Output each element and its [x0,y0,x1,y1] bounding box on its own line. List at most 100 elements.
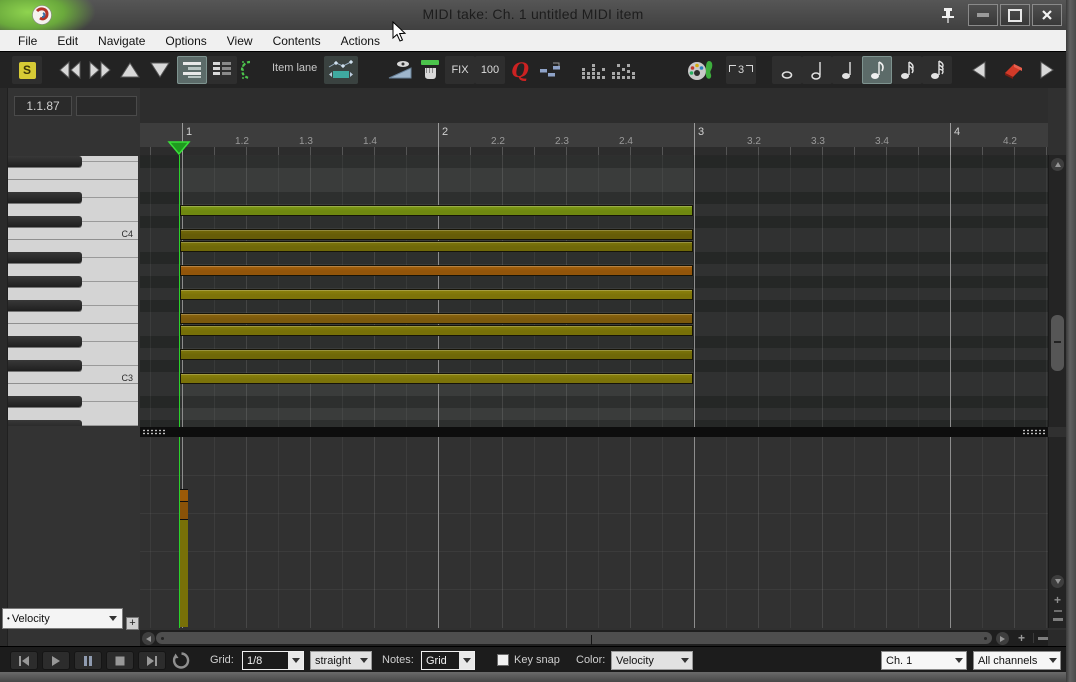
hand-drag-mode-button[interactable] [415,56,445,84]
fix-length-button[interactable]: FIX [445,56,475,84]
next-note-button[interactable] [1032,56,1062,84]
piano-key-d4[interactable] [8,204,138,216]
track-list-button[interactable] [207,56,237,84]
piano-key-a2[interactable] [8,408,138,420]
menu-item-edit[interactable]: Edit [47,31,88,51]
note-thirtysecond-button[interactable] [922,56,952,84]
note-half-button[interactable] [802,56,832,84]
piano-key-b2[interactable] [8,384,138,396]
octave-up-button[interactable] [115,56,145,84]
piano-key-f4[interactable] [8,168,138,180]
velocity-bar[interactable] [180,519,188,627]
piano-key-b3[interactable] [8,240,138,252]
add-cc-lane-button[interactable]: + [126,617,139,630]
piano-key-e3[interactable] [8,324,138,336]
midi-note-c3[interactable] [180,373,693,384]
piano-key-gs3[interactable] [8,276,138,288]
note-view-mode-button[interactable] [324,56,358,84]
h-zoom-out-button[interactable] [1038,637,1048,640]
erase-button[interactable] [998,56,1028,84]
piano-key-fs4[interactable] [8,156,138,168]
velocity-lane[interactable] [140,437,1048,628]
step-sequencer-button[interactable] [608,56,638,84]
midi-note-b3[interactable] [180,241,693,252]
go-to-end-button[interactable] [138,651,166,670]
quantize-button[interactable]: Q [505,56,535,84]
scroll-right-button[interactable] [996,632,1009,645]
minimize-button[interactable] [968,4,998,26]
play-button[interactable] [42,651,70,670]
humanize-button[interactable] [535,56,565,84]
close-button[interactable] [1032,4,1062,26]
scroll-up-button[interactable] [1051,158,1064,171]
midi-note-f3[interactable] [180,313,693,324]
menu-item-options[interactable]: Options [155,31,216,51]
vertical-scrollbar[interactable] [1048,155,1066,427]
menu-item-navigate[interactable]: Navigate [88,31,155,51]
snap-magnet-button[interactable] [237,56,267,84]
piano-key-d3[interactable] [8,348,138,360]
piano-key-gs2[interactable] [8,420,138,426]
piano-key-ds4[interactable] [8,192,138,204]
lane-scroll-strip[interactable]: + [1048,437,1066,628]
piano-key-as2[interactable] [8,396,138,408]
timeline-ruler[interactable]: 1 2 3 4 1.2 1.3 1.4 2.2 2.3 2.4 3.2 3.3 3.4 4.2 [140,123,1048,155]
piano-keyboard[interactable]: C4 C3 [8,156,138,426]
channel-filter-dropdown[interactable]: All channels [973,651,1061,670]
note-quarter-button[interactable] [832,56,862,84]
note-length-dropdown[interactable]: Grid [421,651,475,670]
splitter-grip-right[interactable] [1022,429,1046,435]
note-eighth-button[interactable] [862,56,892,84]
piano-key-c3[interactable]: C3 [8,372,138,384]
piano-key-g3[interactable] [8,288,138,300]
menu-item-actions[interactable]: Actions [331,31,390,51]
midi-note-d3[interactable] [180,349,693,360]
next-measure-button[interactable] [85,56,115,84]
grid-size-dropdown[interactable]: 1/8 [242,651,304,670]
midi-note-g3[interactable] [180,289,693,300]
splitter-grip-left[interactable] [142,429,166,435]
menu-item-contents[interactable]: Contents [263,31,331,51]
piano-key-e4[interactable] [8,180,138,192]
secondary-display[interactable] [76,96,137,116]
piano-key-c4[interactable]: C4 [8,228,138,240]
position-display[interactable]: 1.1.87 [14,96,72,116]
piano-roll-grid[interactable] [140,155,1048,427]
midi-note-c4[interactable] [180,229,693,240]
piano-key-cs4[interactable] [8,216,138,228]
lane-zoom-out-button[interactable] [1053,618,1063,621]
midi-note-e3[interactable] [180,325,693,336]
scroll-left-button[interactable] [142,632,155,645]
sync-button[interactable]: S [12,56,42,84]
color-mode-dropdown[interactable]: Velocity [611,651,693,670]
prev-note-button[interactable] [964,56,994,84]
color-theme-button[interactable] [684,56,718,84]
key-snap-checkbox[interactable] [497,654,509,666]
prev-measure-button[interactable] [55,56,85,84]
dock-view-button[interactable] [177,56,207,84]
note-sixteenth-button[interactable] [892,56,922,84]
triplet-button[interactable]: 3 [726,56,756,84]
channel-dropdown[interactable]: Ch. 1 [881,651,967,670]
pin-icon[interactable] [934,3,962,27]
go-to-start-button[interactable] [10,651,38,670]
lane-zoom-in-button[interactable]: + [1054,594,1061,606]
horizontal-scrollbar-thumb[interactable] [156,632,992,645]
piano-key-f3[interactable] [8,312,138,324]
piano-key-as3[interactable] [8,252,138,264]
velocity-100-button[interactable]: 100 [475,56,505,84]
h-zoom-in-button[interactable]: + [1018,632,1025,644]
piano-key-a3[interactable] [8,264,138,276]
pause-button[interactable] [74,651,102,670]
title-bar[interactable]: MIDI take: Ch. 1 untitled MIDI item [0,0,1076,30]
maximize-button[interactable] [1000,4,1030,26]
midi-note-a3[interactable] [180,265,693,276]
note-whole-button[interactable] [772,56,802,84]
piano-key-cs3[interactable] [8,360,138,372]
piano-key-fs3[interactable] [8,300,138,312]
scroll-down-button[interactable] [1051,575,1064,588]
piano-key-ds3[interactable] [8,336,138,348]
midi-note-d4[interactable] [180,205,693,216]
step-input-button[interactable] [578,56,608,84]
lane-splitter[interactable] [140,427,1048,437]
